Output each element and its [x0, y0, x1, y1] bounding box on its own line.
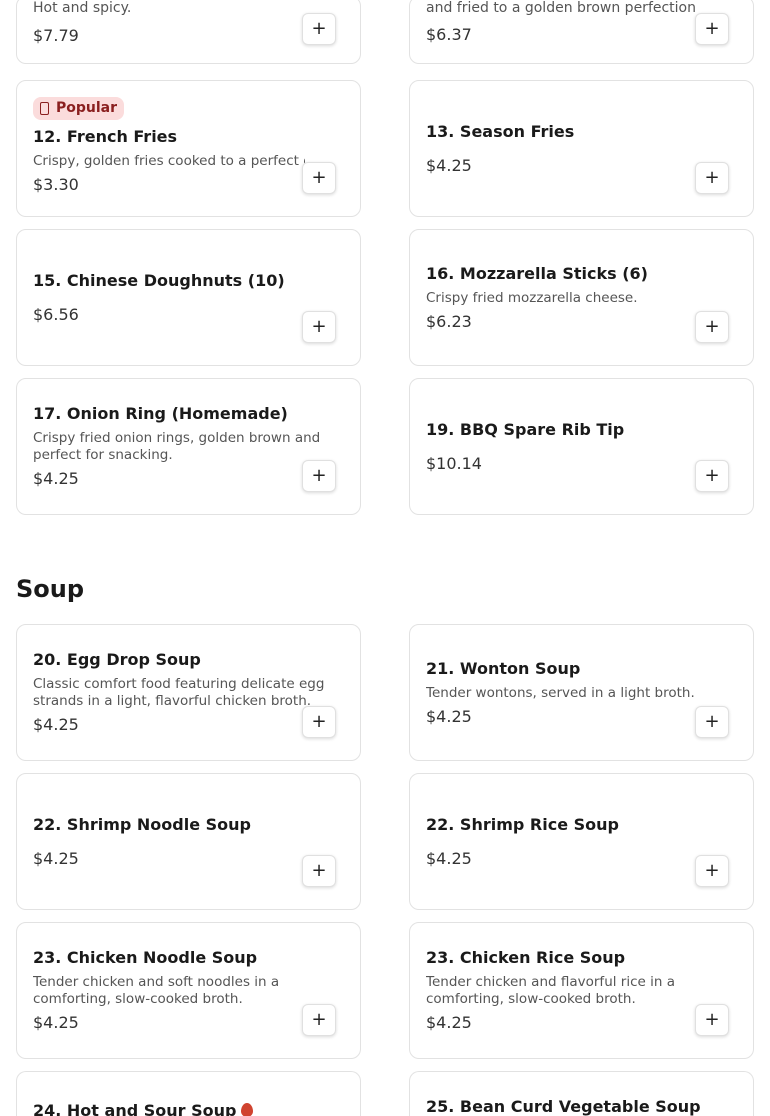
- item-name-row: 24. Hot and Sour Soup: [33, 1101, 254, 1116]
- menu-item-card[interactable]: 20. Egg Drop Soup Classic comfort food f…: [16, 624, 361, 761]
- section-title-soup: Soup: [16, 575, 85, 603]
- menu-item-card[interactable]: 15. Chinese Doughnuts (10) $6.56 +: [16, 229, 361, 366]
- add-to-cart-button[interactable]: +: [695, 706, 729, 738]
- item-price: $4.25: [33, 469, 79, 488]
- item-price: $4.25: [426, 155, 472, 175]
- item-price: $10.14: [426, 453, 482, 473]
- menu-item-card[interactable]: Hot and spicy. $7.79 +: [16, 0, 361, 64]
- item-price: $4.25: [33, 715, 79, 734]
- menu-item-card[interactable]: 22. Shrimp Noodle Soup $4.25 +: [16, 773, 361, 910]
- item-name: 16. Mozzarella Sticks (6): [426, 263, 648, 283]
- add-to-cart-button[interactable]: +: [695, 311, 729, 343]
- add-to-cart-button[interactable]: +: [302, 1004, 336, 1036]
- menu-item-card[interactable]: 24. Hot and Sour Soup: [16, 1071, 361, 1116]
- flame-icon: [40, 101, 49, 115]
- menu-page: Hot and spicy. $7.79 + and fried to a go…: [0, 0, 770, 1116]
- item-name: 13. Season Fries: [426, 121, 575, 141]
- add-to-cart-button[interactable]: +: [695, 855, 729, 887]
- add-to-cart-button[interactable]: +: [695, 13, 729, 45]
- menu-item-card[interactable]: 21. Wonton Soup Tender wontons, served i…: [409, 624, 754, 761]
- item-price: $4.25: [33, 1013, 79, 1032]
- item-name: 22. Shrimp Rice Soup: [426, 814, 619, 834]
- item-name: 17. Onion Ring (Homemade): [33, 404, 288, 423]
- item-price: $4.25: [426, 1013, 472, 1032]
- item-name: 25. Bean Curd Vegetable Soup: [426, 1097, 701, 1116]
- menu-item-card[interactable]: Popular 12. French Fries Crispy, golden …: [16, 80, 361, 217]
- item-name: 21. Wonton Soup: [426, 658, 581, 678]
- add-to-cart-button[interactable]: +: [695, 162, 729, 194]
- menu-item-card[interactable]: 16. Mozzarella Sticks (6) Crispy fried m…: [409, 229, 754, 366]
- item-price: $6.37: [426, 25, 472, 44]
- menu-item-card[interactable]: and fried to a golden brown perfection $…: [409, 0, 754, 64]
- item-name: 23. Chicken Noodle Soup: [33, 948, 258, 967]
- add-to-cart-button[interactable]: +: [695, 1004, 729, 1036]
- item-description: and fried to a golden brown perfection: [426, 0, 696, 16]
- item-name: 20. Egg Drop Soup: [33, 650, 201, 669]
- item-description: Tender chicken and flavorful rice in a c…: [426, 974, 675, 1007]
- item-price: $3.30: [33, 175, 79, 194]
- add-to-cart-button[interactable]: +: [695, 460, 729, 492]
- item-description: Tender wontons, served in a light broth.: [426, 684, 695, 701]
- add-to-cart-button[interactable]: +: [302, 706, 336, 738]
- chili-pepper-icon: [241, 1103, 254, 1116]
- item-name: 22. Shrimp Noodle Soup: [33, 814, 251, 834]
- item-price: $7.79: [33, 26, 79, 45]
- item-price: $6.23: [426, 311, 472, 331]
- menu-item-card[interactable]: 25. Bean Curd Vegetable Soup: [409, 1071, 754, 1116]
- add-to-cart-button[interactable]: +: [302, 13, 336, 45]
- add-to-cart-button[interactable]: +: [302, 855, 336, 887]
- badge-label: Popular: [56, 100, 118, 116]
- menu-item-card[interactable]: 23. Chicken Rice Soup Tender chicken and…: [409, 922, 754, 1059]
- popular-badge: Popular: [33, 97, 125, 120]
- menu-item-card[interactable]: 19. BBQ Spare Rib Tip $10.14 +: [409, 378, 754, 515]
- item-description: Crispy, golden fries cooked to a perfect…: [33, 153, 305, 169]
- item-price: $6.56: [33, 304, 79, 324]
- menu-item-card[interactable]: 17. Onion Ring (Homemade) Crispy fried o…: [16, 378, 361, 515]
- add-to-cart-button[interactable]: +: [302, 460, 336, 492]
- item-name: 15. Chinese Doughnuts (10): [33, 270, 285, 290]
- item-price: $4.25: [426, 706, 472, 726]
- item-name: 23. Chicken Rice Soup: [426, 948, 626, 967]
- menu-item-card[interactable]: 23. Chicken Noodle Soup Tender chicken a…: [16, 922, 361, 1059]
- item-name: 19. BBQ Spare Rib Tip: [426, 419, 625, 439]
- add-to-cart-button[interactable]: +: [302, 162, 336, 194]
- add-to-cart-button[interactable]: +: [302, 311, 336, 343]
- item-description: Hot and spicy.: [33, 0, 132, 16]
- item-name: 24. Hot and Sour Soup: [33, 1101, 237, 1116]
- item-price: $4.25: [33, 848, 79, 868]
- menu-item-card[interactable]: 22. Shrimp Rice Soup $4.25 +: [409, 773, 754, 910]
- item-description: Tender chicken and soft noodles in a com…: [33, 974, 280, 1007]
- item-description: Classic comfort food featuring delicate …: [33, 676, 325, 709]
- item-price: $4.25: [426, 848, 472, 868]
- menu-item-card[interactable]: 13. Season Fries $4.25 +: [409, 80, 754, 217]
- item-description: Crispy fried mozzarella cheese.: [426, 289, 638, 306]
- item-description: Crispy fried onion rings, golden brown a…: [33, 430, 321, 463]
- item-name: 12. French Fries: [33, 127, 178, 146]
